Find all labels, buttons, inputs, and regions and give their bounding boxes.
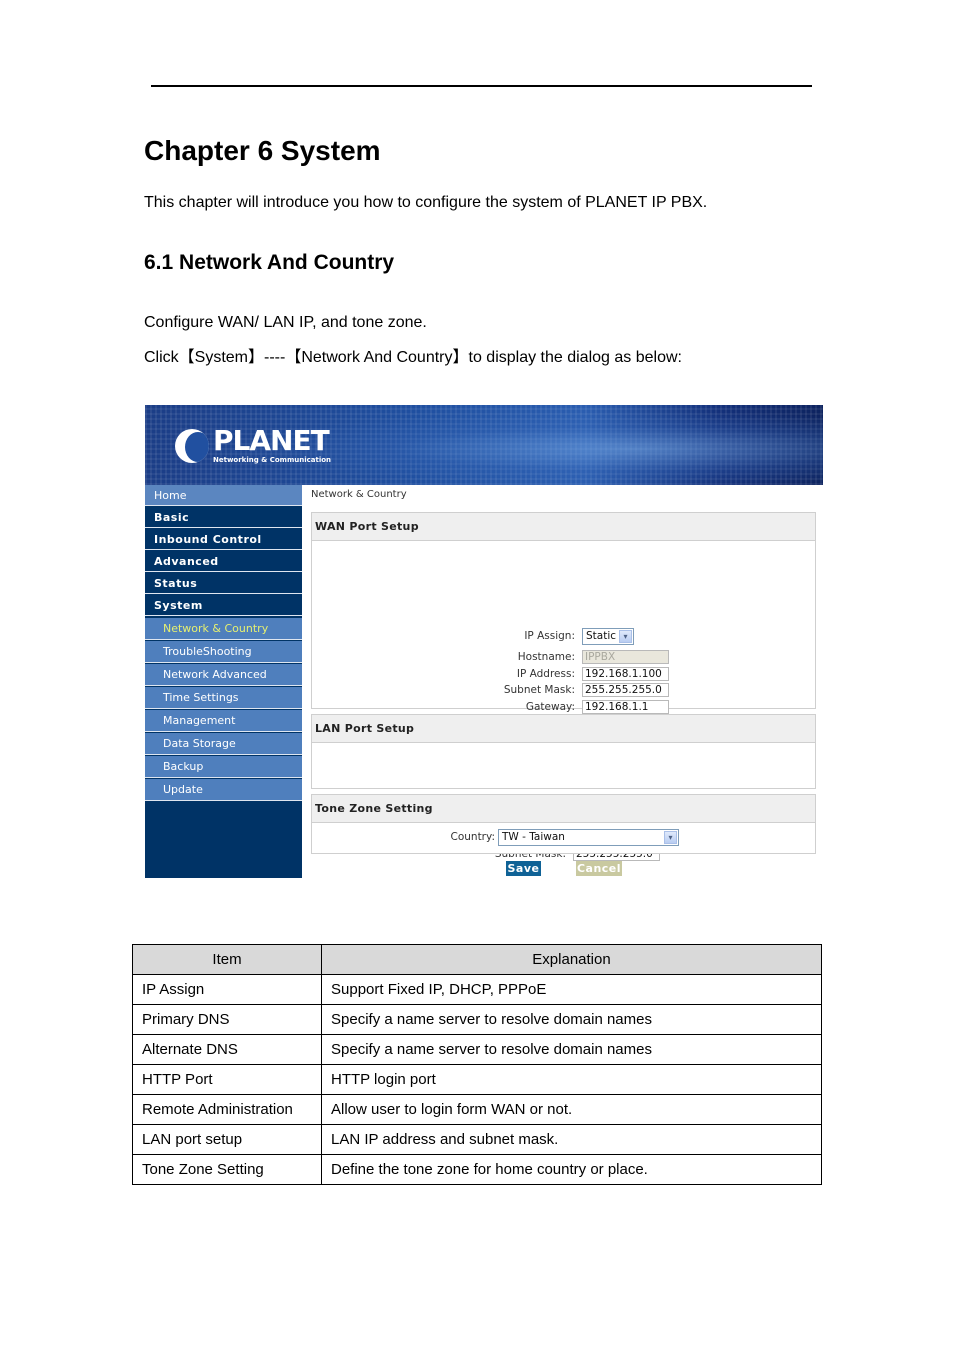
table-row: IP Assign Support Fixed IP, DHCP, PPPoE (132, 974, 822, 1005)
wan-panel-title: WAN Port Setup (312, 513, 815, 541)
sidebar-item-home[interactable]: Home (145, 485, 302, 506)
wan-ip-address-input[interactable]: 192.168.1.100 (582, 667, 669, 681)
app-banner: PLANET Networking & Communication (145, 405, 823, 485)
hostname-input[interactable]: IPPBX (582, 650, 669, 664)
item-cell: Primary DNS (132, 1004, 322, 1035)
country-value: TW - Taiwan (502, 831, 565, 843)
sidebar-item-data-storage[interactable]: Data Storage (145, 733, 302, 755)
sidebar-item-update[interactable]: Update (145, 779, 302, 801)
ip-assign-label: IP Assign: (524, 630, 575, 642)
cancel-button[interactable]: Cancel (576, 861, 622, 876)
wan-subnet-mask-input[interactable]: 255.255.255.0 (582, 683, 669, 697)
item-cell: HTTP Port (132, 1064, 322, 1095)
table-row: Tone Zone Setting Define the tone zone fo… (132, 1154, 822, 1185)
instruction-paragraph: Click【System】----【Network And Country】to… (144, 349, 682, 366)
explanation-cell: Specify a name server to resolve domain … (321, 1004, 822, 1035)
table-row: Remote Administration Allow user to login… (132, 1094, 822, 1125)
sidebar-item-network-advanced[interactable]: Network Advanced (145, 664, 302, 686)
gateway-label: Gateway: (525, 701, 575, 713)
save-button[interactable]: Save (506, 861, 541, 876)
ip-assign-value: Static (586, 630, 617, 642)
table-row: Primary DNS Specify a name server to reso… (132, 1004, 822, 1035)
item-cell: Alternate DNS (132, 1034, 322, 1065)
sidebar-item-troubleshooting[interactable]: TroubleShooting (145, 641, 302, 663)
explanation-cell: Specify a name server to resolve domain … (321, 1034, 822, 1065)
explanation-cell: HTTP login port (321, 1064, 822, 1095)
country-select[interactable]: TW - Taiwan ▾ (498, 829, 679, 846)
sidebar-item-basic[interactable]: Basic (145, 507, 302, 528)
embedded-screenshot: PLANET Networking & Communication Home B… (145, 405, 823, 878)
tone-panel-title: Tone Zone Setting (312, 795, 815, 823)
section-title: 6.1 Network And Country (144, 251, 395, 274)
sidebar-item-management[interactable]: Management (145, 710, 302, 732)
description-paragraph: Configure WAN/ LAN IP, and tone zone. (144, 314, 427, 331)
hostname-label: Hostname: (517, 651, 575, 663)
table-header-row: Item Explanation (132, 944, 822, 975)
explanation-cell: Support Fixed IP, DHCP, PPPoE (321, 974, 822, 1005)
chapter-title: Chapter 6 System (144, 135, 381, 166)
intro-paragraph: This chapter will introduce you how to c… (144, 194, 708, 211)
item-cell: IP Assign (132, 974, 322, 1005)
sidebar-item-advanced[interactable]: Advanced (145, 551, 302, 572)
sidebar-item-status[interactable]: Status (145, 573, 302, 594)
explanation-cell: Define the tone zone for home country or… (321, 1154, 822, 1185)
table-row: Alternate DNS Specify a name server to re… (132, 1034, 822, 1065)
sidebar-item-time-settings[interactable]: Time Settings (145, 687, 302, 709)
table-row: HTTP Port HTTP login port (132, 1064, 822, 1095)
sidebar-item-inbound-control[interactable]: Inbound Control (145, 529, 302, 550)
planet-logo-icon (175, 429, 209, 463)
country-label: Country: (450, 831, 496, 843)
gateway-input[interactable]: 192.168.1.1 (582, 700, 669, 714)
sidebar-item-system[interactable]: System (145, 595, 302, 616)
sidebar: Home Basic Inbound Control Advanced Stat… (145, 485, 302, 878)
item-cell: Tone Zone Setting (132, 1154, 322, 1185)
sidebar-item-backup[interactable]: Backup (145, 756, 302, 778)
sidebar-item-network-country[interactable]: Network & Country (145, 618, 302, 640)
lan-panel-title: LAN Port Setup (312, 715, 815, 743)
wan-ip-address-label: IP Address: (516, 668, 575, 680)
column-header-explanation: Explanation (321, 944, 822, 975)
explanation-table: Item Explanation IP Assign Support Fixed … (132, 944, 822, 1185)
breadcrumb: Network & Country (311, 489, 407, 500)
table-row: LAN port setup LAN IP address and subnet … (132, 1124, 822, 1155)
lan-port-setup-panel: LAN Port Setup (311, 714, 816, 789)
column-header-item: Item (132, 944, 322, 975)
chevron-down-icon: ▾ (619, 630, 632, 643)
chevron-down-icon: ▾ (664, 831, 677, 844)
wan-subnet-mask-label: Subnet Mask: (503, 684, 575, 696)
explanation-cell: Allow user to login form WAN or not. (321, 1094, 822, 1125)
item-cell: LAN port setup (132, 1124, 322, 1155)
ip-assign-select[interactable]: Static ▾ (582, 628, 634, 645)
header-rule (151, 85, 812, 87)
logo-tagline: Networking & Communication (213, 456, 332, 464)
logo-wordmark: PLANET (213, 424, 330, 457)
planet-logo: PLANET Networking & Communication (175, 427, 331, 464)
explanation-cell: LAN IP address and subnet mask. (321, 1124, 822, 1155)
item-cell: Remote Administration (132, 1094, 322, 1125)
